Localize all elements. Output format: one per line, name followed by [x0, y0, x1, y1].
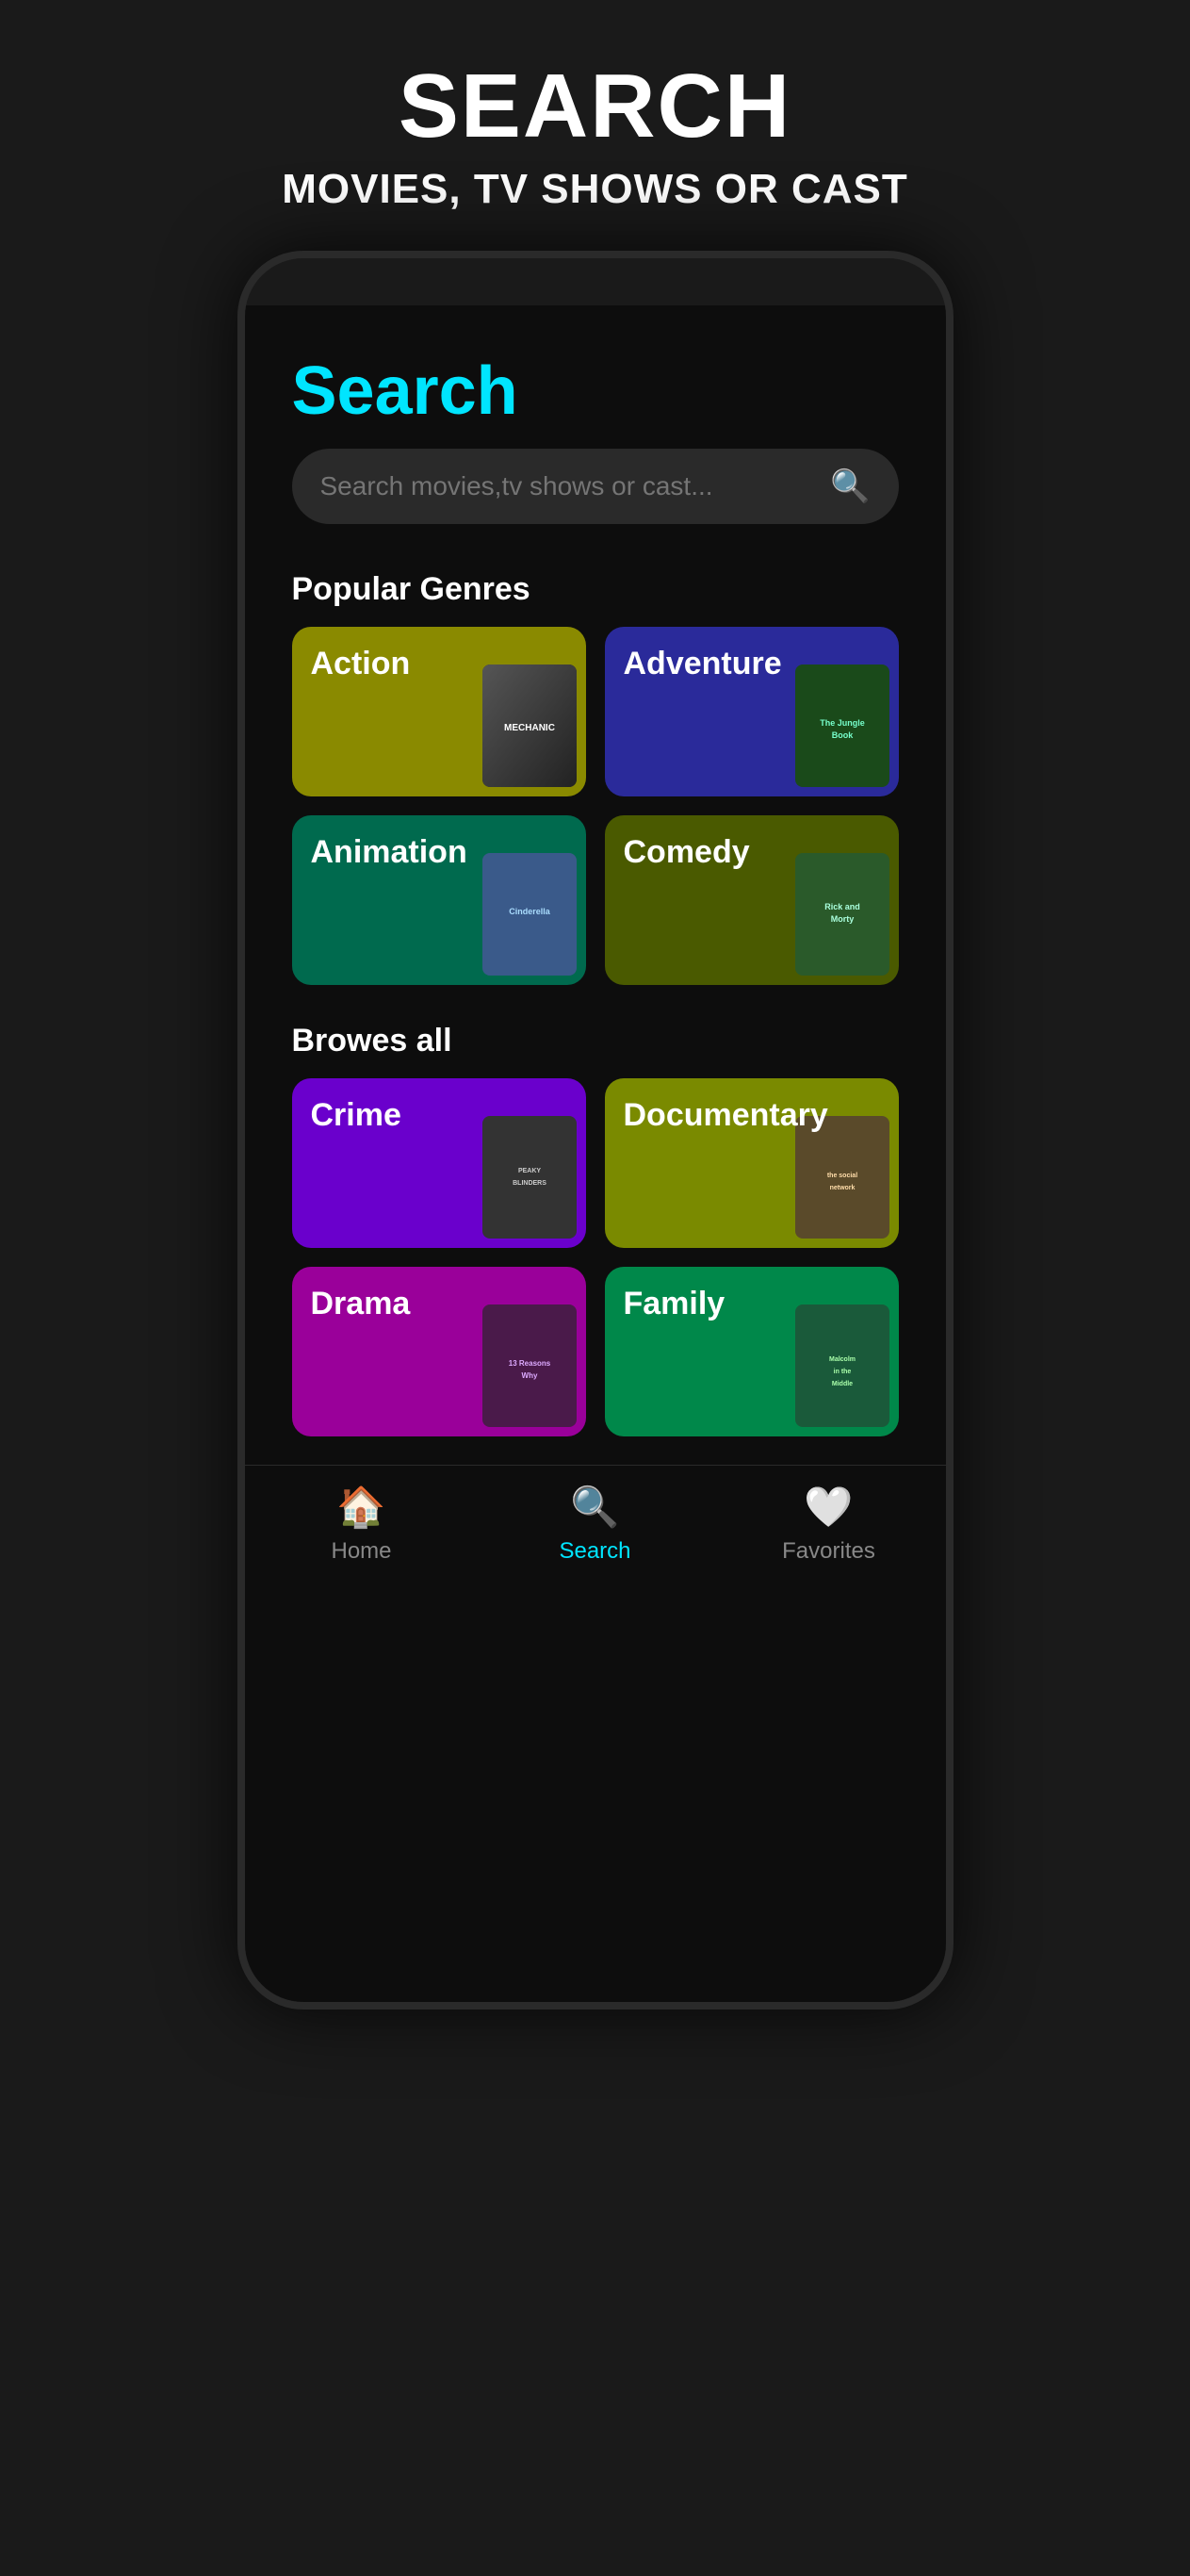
- genre-label-adventure: Adventure: [624, 646, 782, 682]
- genre-label-action: Action: [311, 646, 411, 682]
- genre-card-documentary[interactable]: Documentary the social network: [605, 1078, 899, 1248]
- page-title-sub: MOVIES, TV SHOWS OR CAST: [38, 166, 1152, 213]
- search-title: Search: [292, 353, 899, 430]
- genre-label-documentary: Documentary: [624, 1097, 828, 1134]
- genre-label-comedy: Comedy: [624, 834, 750, 871]
- genre-cover-comedy: Rick and Morty: [795, 853, 889, 976]
- svg-text:Book: Book: [831, 730, 853, 740]
- genre-cover-family: Malcolm in the Middle: [795, 1304, 889, 1427]
- nav-item-home[interactable]: 🏠 Home: [305, 1485, 418, 1565]
- browse-all-grid: Crime PEAKY BLINDERS Documentary the soc…: [245, 1078, 946, 1465]
- genre-card-family[interactable]: Family Malcolm in the Middle: [605, 1267, 899, 1436]
- genre-card-action[interactable]: Action MECHANIC: [292, 627, 586, 796]
- svg-text:MECHANIC: MECHANIC: [504, 723, 555, 733]
- genre-cover-adventure: The Jungle Book: [795, 665, 889, 787]
- search-input[interactable]: [320, 471, 831, 501]
- svg-text:in the: in the: [833, 1369, 851, 1375]
- svg-text:Morty: Morty: [830, 914, 854, 924]
- phone-frame: Search 🔍 Popular Genres Action MECHANI: [237, 251, 954, 2010]
- genre-card-adventure[interactable]: Adventure The Jungle Book: [605, 627, 899, 796]
- nav-item-favorites[interactable]: 🤍 Favorites: [773, 1485, 886, 1565]
- status-bar: [245, 258, 946, 305]
- favorites-icon: 🤍: [804, 1485, 853, 1531]
- search-bar-container: 🔍: [245, 449, 946, 562]
- popular-genres-grid: Action MECHANIC Adventure The Jungl: [245, 627, 946, 1013]
- svg-text:Cinderella: Cinderella: [509, 907, 551, 916]
- nav-item-search[interactable]: 🔍 Search: [539, 1485, 652, 1565]
- browse-all-label: Browes all: [245, 1013, 946, 1078]
- genre-cover-action: MECHANIC: [482, 665, 577, 787]
- nav-label-favorites: Favorites: [782, 1538, 875, 1565]
- svg-text:BLINDERS: BLINDERS: [513, 1180, 546, 1187]
- genre-label-animation: Animation: [311, 834, 467, 871]
- popular-genres-label: Popular Genres: [245, 562, 946, 627]
- phone-screen: Search 🔍 Popular Genres Action MECHANI: [245, 305, 946, 2002]
- genre-card-comedy[interactable]: Comedy Rick and Morty: [605, 815, 899, 985]
- genre-cover-crime: PEAKY BLINDERS: [482, 1116, 577, 1239]
- genre-cover-drama: 13 Reasons Why: [482, 1304, 577, 1427]
- bottom-nav: 🏠 Home 🔍 Search 🤍 Favorites: [245, 1465, 946, 1593]
- search-header-section: Search: [245, 305, 946, 449]
- svg-text:Middle: Middle: [831, 1381, 852, 1387]
- svg-text:Why: Why: [521, 1371, 537, 1380]
- search-icon[interactable]: 🔍: [830, 468, 870, 505]
- search-nav-icon: 🔍: [570, 1485, 619, 1531]
- genre-card-animation[interactable]: Animation Cinderella: [292, 815, 586, 985]
- svg-text:Rick and: Rick and: [824, 902, 860, 911]
- svg-text:13 Reasons: 13 Reasons: [508, 1359, 550, 1368]
- genre-label-family: Family: [624, 1286, 725, 1322]
- genre-card-drama[interactable]: Drama 13 Reasons Why: [292, 1267, 586, 1436]
- genre-cover-documentary: the social network: [795, 1116, 889, 1239]
- svg-text:the social: the social: [826, 1173, 856, 1179]
- search-bar[interactable]: 🔍: [292, 449, 899, 524]
- home-icon: 🏠: [336, 1485, 385, 1531]
- svg-text:The Jungle: The Jungle: [820, 718, 865, 728]
- nav-label-search: Search: [559, 1538, 630, 1565]
- genre-label-crime: Crime: [311, 1097, 401, 1134]
- svg-text:network: network: [829, 1185, 855, 1191]
- genre-label-drama: Drama: [311, 1286, 411, 1322]
- page-title-main: SEARCH: [38, 57, 1152, 156]
- svg-text:Malcolm: Malcolm: [828, 1356, 855, 1363]
- genre-card-crime[interactable]: Crime PEAKY BLINDERS: [292, 1078, 586, 1248]
- page-header: SEARCH MOVIES, TV SHOWS OR CAST: [0, 0, 1190, 251]
- nav-label-home: Home: [331, 1538, 391, 1565]
- svg-text:PEAKY: PEAKY: [517, 1168, 540, 1174]
- genre-cover-animation: Cinderella: [482, 853, 577, 976]
